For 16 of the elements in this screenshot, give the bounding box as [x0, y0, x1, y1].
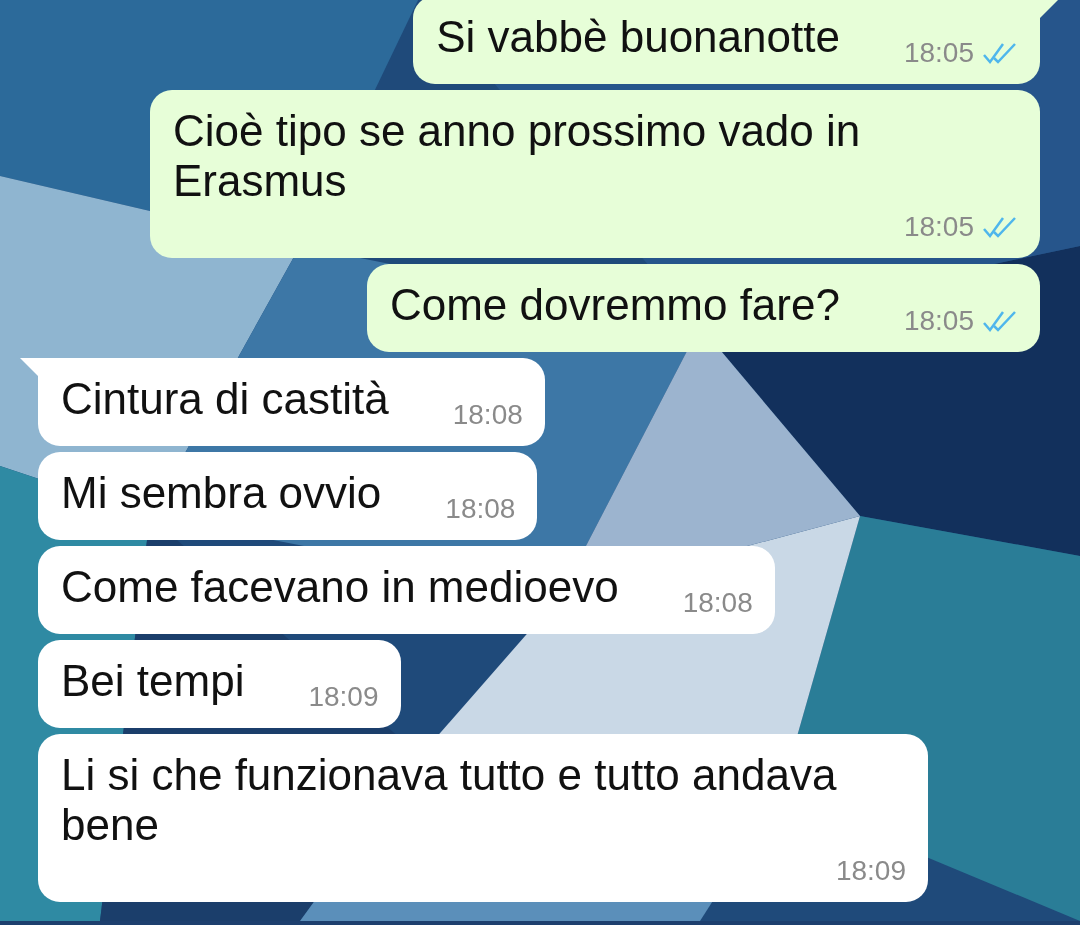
message-text: Bei tempi	[61, 656, 245, 706]
message-time: 18:08	[682, 586, 753, 620]
message-time: 18:09	[835, 854, 906, 888]
message-time: 18:05	[903, 36, 974, 70]
message-text: Come dovremmo fare?	[389, 280, 840, 330]
message-time: 18:05	[903, 210, 974, 244]
message-time: 18:08	[452, 398, 523, 432]
message-text: Cioè tipo se anno prossimo vado in Erasmus	[173, 106, 862, 206]
message-text: Li si che funzionava tutto e tutto andava bene	[61, 750, 838, 850]
message-time: 18:05	[903, 304, 974, 338]
message-time: 18:08	[445, 492, 516, 526]
message-text: Mi sembra ovvio	[61, 468, 382, 518]
message-text: Come facevano in medioevo	[61, 562, 619, 612]
message-time: 18:09	[308, 680, 379, 714]
message-text: Si vabbè buonanotte	[436, 12, 840, 62]
message-text: Cintura di castità	[61, 374, 389, 424]
